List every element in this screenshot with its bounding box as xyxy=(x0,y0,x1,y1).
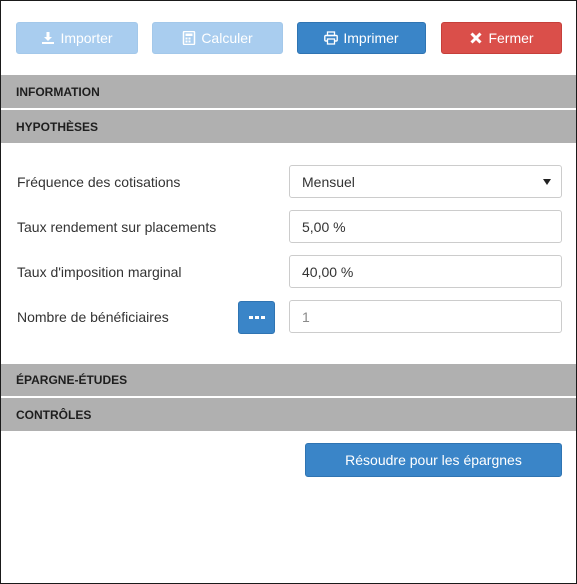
section-epargne-header[interactable]: ÉPARGNE-ÉTUDES xyxy=(1,364,576,396)
frequency-label: Fréquence des cotisations xyxy=(17,174,181,190)
section-hypotheses-header[interactable]: HYPOTHÈSES xyxy=(1,110,576,143)
frequency-select[interactable]: Mensuel xyxy=(289,165,562,198)
beneficiaries-input: 1 xyxy=(289,300,562,333)
close-icon xyxy=(469,31,483,45)
calculate-button[interactable]: Calculer xyxy=(152,22,283,54)
beneficiaries-value: 1 xyxy=(302,308,310,325)
frequency-value: Mensuel xyxy=(302,173,355,190)
section-controles-title: CONTRÔLES xyxy=(16,407,92,422)
window-frame: Importer Calculer Imprimer Fermer INFORM… xyxy=(0,0,577,584)
beneficiaries-edit-button[interactable] xyxy=(238,301,275,334)
section-hypotheses-title: HYPOTHÈSES xyxy=(16,119,99,134)
section-information-header[interactable]: INFORMATION xyxy=(1,75,576,108)
import-label: Importer xyxy=(60,30,113,46)
section-controles-header[interactable]: CONTRÔLES xyxy=(1,398,576,431)
caret-down-icon xyxy=(543,179,551,185)
tax-value: 40,00 % xyxy=(302,263,354,280)
yield-input[interactable]: 5,00 % xyxy=(289,210,562,243)
yield-value: 5,00 % xyxy=(302,218,346,235)
tax-input[interactable]: 40,00 % xyxy=(289,255,562,288)
import-button[interactable]: Importer xyxy=(16,22,138,54)
tax-label: Taux d'imposition marginal xyxy=(17,264,182,280)
calculator-icon xyxy=(182,31,196,45)
print-button[interactable]: Imprimer xyxy=(297,22,426,54)
calculate-label: Calculer xyxy=(201,30,253,46)
section-epargne-title: ÉPARGNE-ÉTUDES xyxy=(16,373,128,387)
solve-savings-label: Résoudre pour les épargnes xyxy=(345,452,522,468)
close-button[interactable]: Fermer xyxy=(441,22,562,54)
solve-savings-button[interactable]: Résoudre pour les épargnes xyxy=(305,443,562,477)
beneficiaries-label: Nombre de bénéficiaires xyxy=(17,309,169,325)
close-label: Fermer xyxy=(488,30,534,46)
print-label: Imprimer xyxy=(343,30,399,46)
ellipsis-icon xyxy=(248,316,266,319)
yield-label: Taux rendement sur placements xyxy=(17,219,217,235)
section-information-title: INFORMATION xyxy=(16,84,100,99)
download-icon xyxy=(41,31,55,45)
print-icon xyxy=(324,31,339,45)
